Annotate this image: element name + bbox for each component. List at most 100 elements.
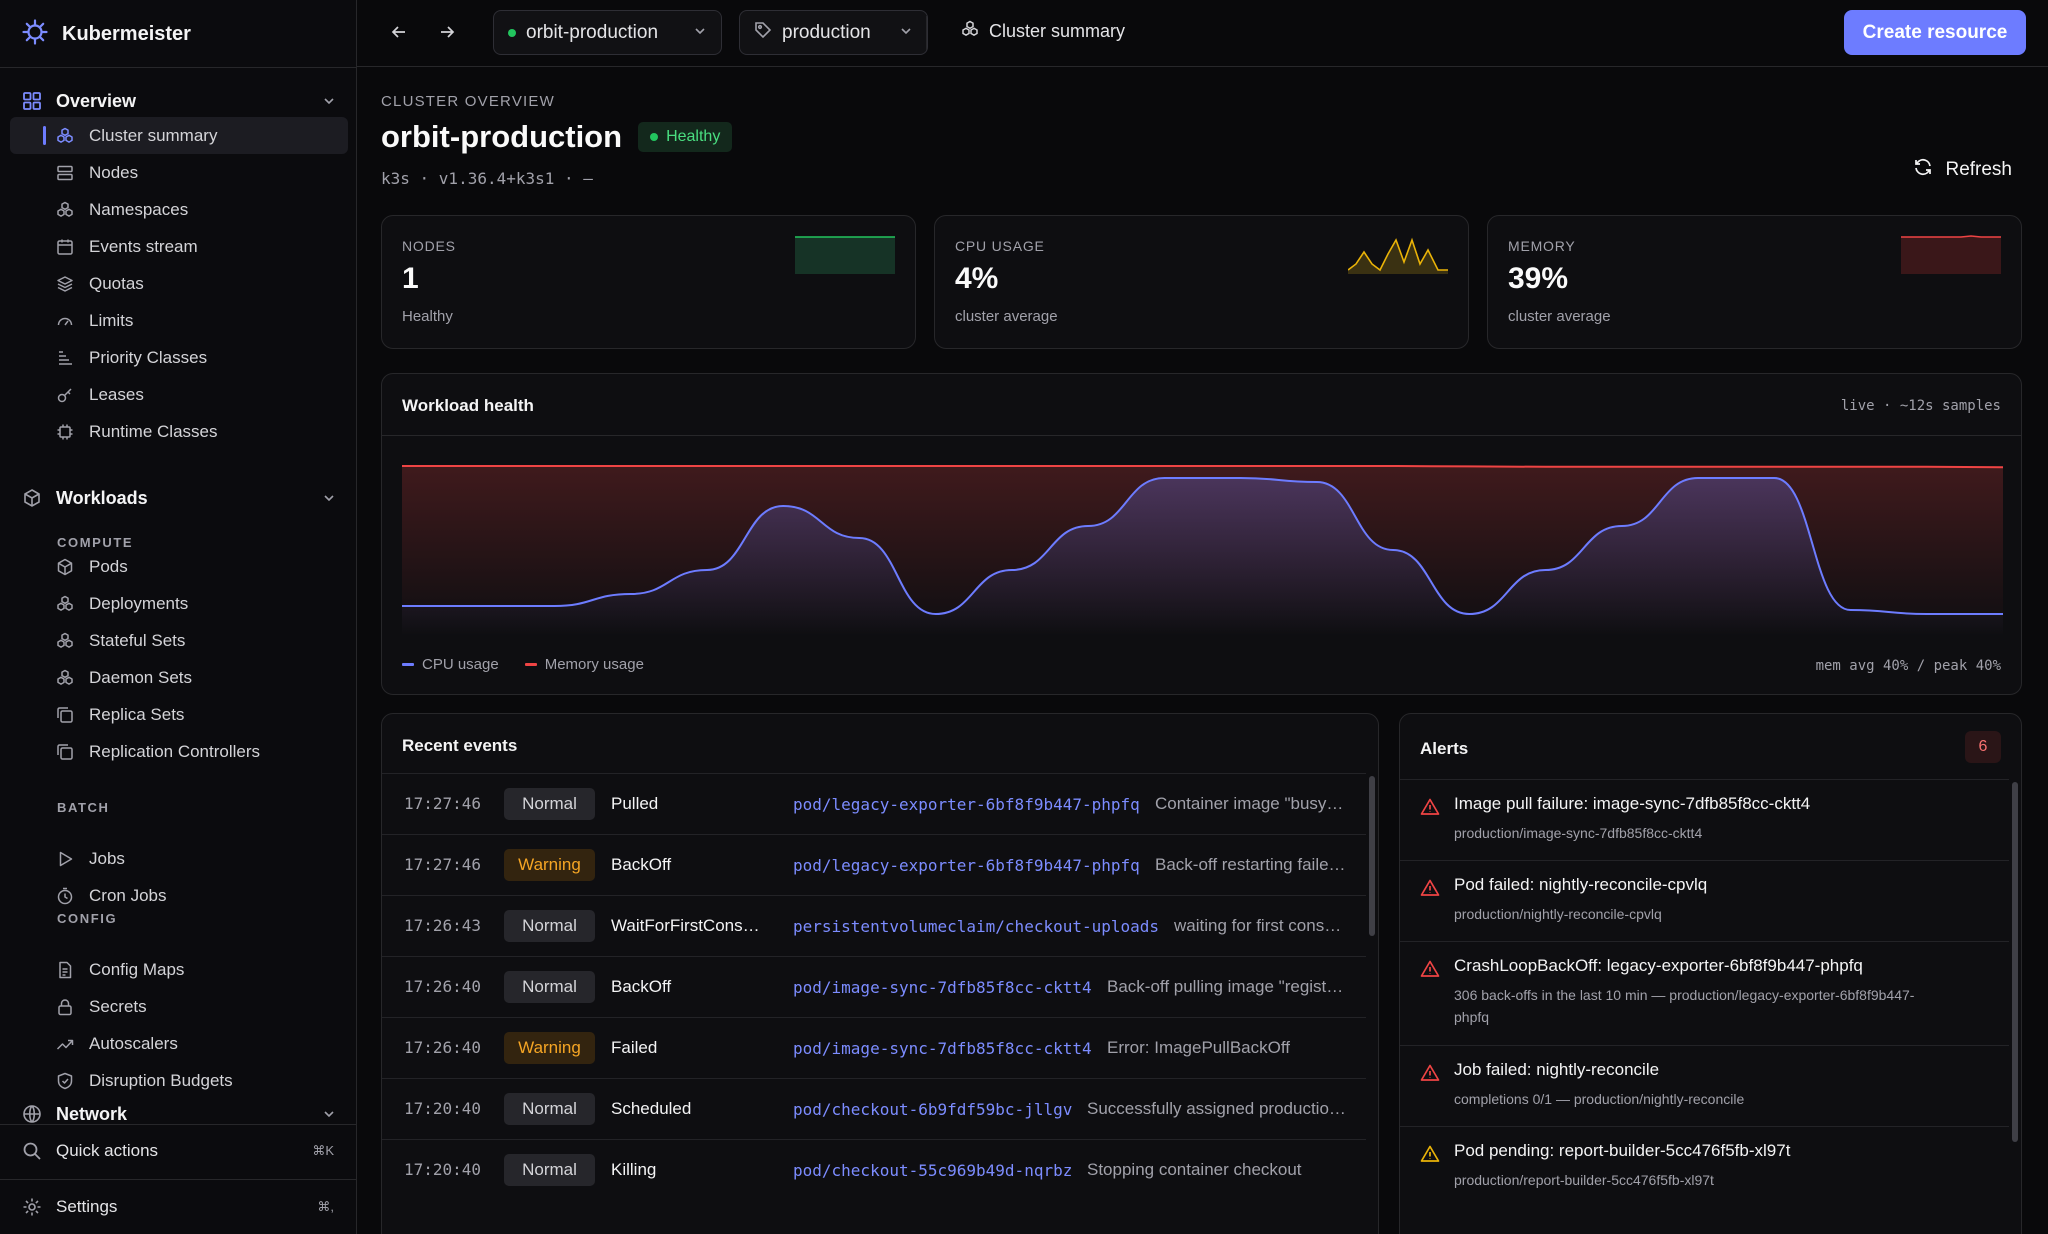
event-object-link[interactable]: pod/image-sync-7dfb85f8cc-cktt4 <box>793 978 1092 997</box>
event-time: 17:26:43 <box>404 916 482 935</box>
quick-actions-button[interactable]: Quick actions ⌘K <box>0 1124 356 1178</box>
title-row: orbit-production Healthy <box>381 119 733 155</box>
create-resource-button[interactable]: Create resource <box>1844 10 2026 55</box>
event-object-link[interactable]: pod/checkout-6b9fdf59bc-jllgv <box>793 1100 1072 1119</box>
event-message: Successfully assigned production/checkou… <box>1087 1099 1348 1118</box>
stateful-sets-icon <box>56 632 74 650</box>
stat-label: CPU USAGE <box>955 238 1045 254</box>
sidebar-item-events-stream[interactable]: Events stream <box>10 228 348 265</box>
topbar-separator <box>926 16 927 50</box>
sidebar-item-replica-sets[interactable]: Replica Sets <box>10 696 348 733</box>
back-button[interactable] <box>385 20 413 48</box>
cluster-icon <box>961 20 979 43</box>
alert-item[interactable]: Image pull failure: image-sync-7dfb85f8c… <box>1400 779 2009 860</box>
sidebar-item-stateful-sets[interactable]: Stateful Sets <box>10 622 348 659</box>
replica-sets-icon <box>56 706 74 724</box>
alert-triangle-icon <box>1420 959 1440 979</box>
event-row[interactable]: 17:20:40 Normal Scheduled pod/checkout-6b9f… <box>382 1078 1366 1139</box>
sidebar-item-quotas[interactable]: Quotas <box>10 265 348 302</box>
events-scrollbar[interactable] <box>1369 776 1375 936</box>
forward-button[interactable] <box>433 20 461 48</box>
events-list[interactable]: 17:27:46 Normal Pulled pod/legacy-exporter-… <box>382 773 1378 1234</box>
cluster-selector[interactable]: orbit-production <box>493 10 722 55</box>
cron-jobs-icon <box>56 887 74 905</box>
sidebar-item-jobs[interactable]: Jobs <box>10 840 348 877</box>
settings-shortcut: ⌘, <box>317 1199 334 1214</box>
event-message: Back-off pulling image "registry.interna… <box>1107 977 1348 996</box>
search-icon <box>22 1141 42 1161</box>
stat-card-cpu: CPU USAGE 4% cluster average <box>934 215 1469 349</box>
alert-item[interactable]: CrashLoopBackOff: legacy-exporter-6bf8f9… <box>1400 941 2009 1045</box>
alert-item[interactable]: Pod failed: nightly-reconcile-cpvlq produ… <box>1400 860 2009 941</box>
settings-button[interactable]: Settings ⌘, <box>0 1180 356 1234</box>
sidebar-item-leases[interactable]: Leases <box>10 376 348 413</box>
sidebar-item-nodes[interactable]: Nodes <box>10 154 348 191</box>
sidebar-item-daemon-sets[interactable]: Daemon Sets <box>10 659 348 696</box>
event-row[interactable]: 17:20:40 Normal Killing pod/checkout-55c969… <box>382 1139 1366 1200</box>
event-object-link[interactable]: pod/image-sync-7dfb85f8cc-cktt4 <box>793 1039 1092 1058</box>
event-row[interactable]: 17:26:43 Normal WaitForFirstConsumer persis… <box>382 895 1366 956</box>
sidebar-item-label: Priority Classes <box>89 348 208 367</box>
nav-group-label: Network <box>56 1103 128 1124</box>
nav-group-label: Overview <box>56 90 137 111</box>
alerts-scrollbar[interactable] <box>2012 782 2018 1142</box>
nav-group-overview[interactable]: Overview <box>22 85 336 117</box>
cluster-summary-icon <box>56 127 74 145</box>
event-object-link[interactable]: pod/legacy-exporter-6bf8f9b447-phpfq <box>793 856 1140 875</box>
alert-title: CrashLoopBackOff: legacy-exporter-6bf8f9… <box>1454 956 1863 975</box>
nodes-sparkline <box>795 236 895 274</box>
sidebar-item-label: Cron Jobs <box>89 886 167 905</box>
event-time: 17:20:40 <box>404 1099 482 1118</box>
event-type-badge: Normal <box>504 788 595 820</box>
sidebar-item-namespaces[interactable]: Namespaces <box>10 191 348 228</box>
alert-detail: production/report-builder-5cc476f5fb-xl9… <box>1454 1172 1714 1188</box>
alert-item[interactable]: Job failed: nightly-reconcile completions… <box>1400 1045 2009 1126</box>
alert-item[interactable]: Pod pending: report-builder-5cc476f5fb-x… <box>1400 1126 2009 1207</box>
runtime-classes-icon <box>56 423 74 441</box>
legend-label: Memory usage <box>544 656 644 673</box>
event-object-link[interactable]: persistentvolumeclaim/checkout-uploads <box>793 917 1159 936</box>
sidebar-item-replication-controllers[interactable]: Replication Controllers <box>10 733 348 770</box>
chevron-down-icon <box>693 22 707 44</box>
memory-summary: mem avg 40% / peak 40% <box>1815 658 2001 674</box>
sidebar-item-label: Autoscalers <box>89 1034 178 1053</box>
sidebar-item-label: Config Maps <box>89 960 185 979</box>
sidebar-item-autoscalers[interactable]: Autoscalers <box>10 1025 348 1062</box>
namespace-selector[interactable]: production <box>739 10 928 55</box>
sidebar-item-config-maps[interactable]: Config Maps <box>10 951 348 988</box>
nav-group-workloads[interactable]: Workloads <box>22 482 336 514</box>
event-message: Back-off restarting failed container <box>1155 855 1348 874</box>
priority-classes-icon <box>56 349 74 367</box>
sidebar-item-label: Quotas <box>89 274 144 293</box>
sidebar-item-cron-jobs[interactable]: Cron Jobs <box>10 877 348 914</box>
event-row[interactable]: 17:26:40 Normal BackOff pod/image-sync-7dfb… <box>382 956 1366 1017</box>
event-type-badge: Normal <box>504 910 595 942</box>
chevron-down-icon <box>899 22 913 44</box>
cluster-meta: k3s · v1.36.4+k3s1 · — <box>381 169 593 188</box>
sidebar-item-deployments[interactable]: Deployments <box>10 585 348 622</box>
event-row[interactable]: 17:27:46 Warning BackOff pod/legacy-exporte… <box>382 834 1366 895</box>
alerts-list[interactable]: Image pull failure: image-sync-7dfb85f8c… <box>1400 779 2021 1234</box>
tag-icon <box>754 21 772 45</box>
event-message: waiting for first consumer to be created <box>1174 916 1348 935</box>
sidebar-item-disruption-budgets[interactable]: Disruption Budgets <box>10 1062 348 1099</box>
sidebar-item-runtime-classes[interactable]: Runtime Classes <box>10 413 348 450</box>
sidebar-item-secrets[interactable]: Secrets <box>10 988 348 1025</box>
sidebar-item-limits[interactable]: Limits <box>10 302 348 339</box>
stat-value: 39% <box>1508 262 1569 295</box>
event-row[interactable]: 17:26:40 Warning Failed pod/image-sync-7dfb… <box>382 1017 1366 1078</box>
stat-card-nodes: NODES 1 Healthy <box>381 215 916 349</box>
sidebar-item-priority-classes[interactable]: Priority Classes <box>10 339 348 376</box>
alerts-panel: Alerts 6 Image pull failure: image-sync-… <box>1399 713 2022 1234</box>
event-object-link[interactable]: pod/legacy-exporter-6bf8f9b447-phpfq <box>793 795 1140 814</box>
sidebar-item-cluster-summary[interactable]: Cluster summary <box>10 117 348 154</box>
alert-title: Image pull failure: image-sync-7dfb85f8c… <box>1454 794 1811 813</box>
chevron-down-icon <box>322 491 336 505</box>
refresh-button[interactable]: Refresh <box>1913 157 2012 183</box>
stat-label: MEMORY <box>1508 238 1576 254</box>
event-row[interactable]: 17:27:46 Normal Pulled pod/legacy-exporter-… <box>382 773 1366 834</box>
brand[interactable]: Kubermeister <box>22 18 191 48</box>
sidebar-item-label: Disruption Budgets <box>89 1071 233 1090</box>
sidebar-item-pods[interactable]: Pods <box>10 548 348 585</box>
event-object-link[interactable]: pod/checkout-55c969b49d-nqrbz <box>793 1161 1072 1180</box>
